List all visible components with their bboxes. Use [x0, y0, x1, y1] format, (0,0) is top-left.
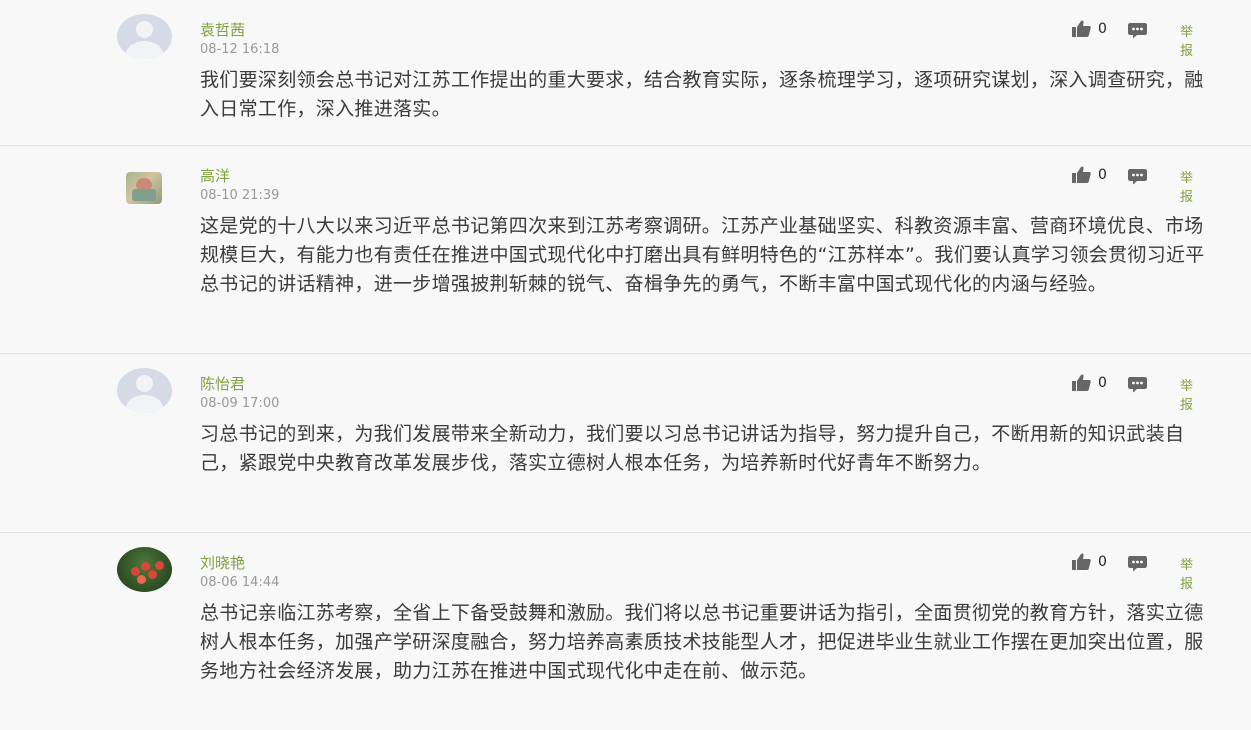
like-count: 0	[1098, 167, 1107, 183]
report-link[interactable]: 举报	[1180, 167, 1193, 205]
comment-time: 08-06 14:44	[200, 575, 280, 590]
avatar-photo-detail	[155, 561, 164, 570]
avatar-photo-detail	[141, 562, 150, 571]
avatar-head-shape	[136, 21, 153, 38]
thumbs-up-icon[interactable]	[1072, 553, 1091, 570]
like-count: 0	[1098, 375, 1107, 391]
comment-text: 这是党的十八大以来习近平总书记第四次来到江苏考察调研。江苏产业基础坚实、科教资源…	[200, 215, 1205, 295]
comment-time: 08-10 21:39	[200, 188, 280, 203]
avatar-photo-detail	[148, 570, 157, 579]
avatar-photo-detail	[132, 189, 156, 201]
avatar[interactable]	[117, 368, 172, 413]
comment-bubble-icon[interactable]	[1128, 22, 1147, 39]
comment-item: 陈怡君 08-09 17:00 习总书记的到来，为我们发展带来全新动力，我们要以…	[0, 354, 1251, 533]
report-link[interactable]: 举报	[1180, 554, 1193, 592]
avatar-body-shape	[126, 41, 163, 59]
like-count: 0	[1098, 554, 1107, 570]
report-link[interactable]: 举报	[1180, 21, 1193, 59]
report-link[interactable]: 举报	[1180, 375, 1193, 413]
comment-bubble-icon[interactable]	[1128, 555, 1147, 572]
comment-time: 08-09 17:00	[200, 396, 280, 411]
comment-item: 刘晓艳 08-06 14:44 总书记亲临江苏考察，全省上下备受鼓舞和激励。我们…	[0, 533, 1251, 730]
comment-text: 我们要深刻领会总书记对江苏工作提出的重大要求，结合教育实际，逐条梳理学习，逐项研…	[200, 69, 1204, 120]
comment-author[interactable]: 袁哲茜	[200, 19, 245, 40]
comment-text: 习总书记的到来，为我们发展带来全新动力，我们要以习总书记讲话为指导，努力提升自己…	[200, 423, 1185, 474]
comment-item: 高洋 08-10 21:39 这是党的十八大以来习近平总书记第四次来到江苏考察调…	[0, 146, 1251, 354]
comment-item: 袁哲茜 08-12 16:18 我们要深刻领会总书记对江苏工作提出的重大要求，结…	[0, 0, 1251, 146]
avatar[interactable]	[117, 547, 172, 592]
avatar-body-shape	[126, 395, 163, 413]
comment-time: 08-12 16:18	[200, 42, 280, 57]
comment-author[interactable]: 陈怡君	[200, 373, 245, 394]
comment-author[interactable]: 刘晓艳	[200, 552, 245, 573]
thumbs-up-icon[interactable]	[1072, 166, 1091, 183]
comment-author[interactable]: 高洋	[200, 165, 230, 186]
comment-bubble-icon[interactable]	[1128, 168, 1147, 185]
like-count: 0	[1098, 21, 1107, 37]
avatar-head-shape	[136, 375, 153, 392]
avatar[interactable]	[126, 172, 162, 204]
thumbs-up-icon[interactable]	[1072, 20, 1091, 37]
avatar[interactable]	[117, 14, 172, 59]
thumbs-up-icon[interactable]	[1072, 374, 1091, 391]
avatar-photo-detail	[137, 575, 146, 584]
comment-text: 总书记亲临江苏考察，全省上下备受鼓舞和激励。我们将以总书记重要讲话为指引，全面贯…	[200, 602, 1204, 682]
comment-bubble-icon[interactable]	[1128, 376, 1147, 393]
comment-list: 袁哲茜 08-12 16:18 我们要深刻领会总书记对江苏工作提出的重大要求，结…	[0, 0, 1251, 730]
